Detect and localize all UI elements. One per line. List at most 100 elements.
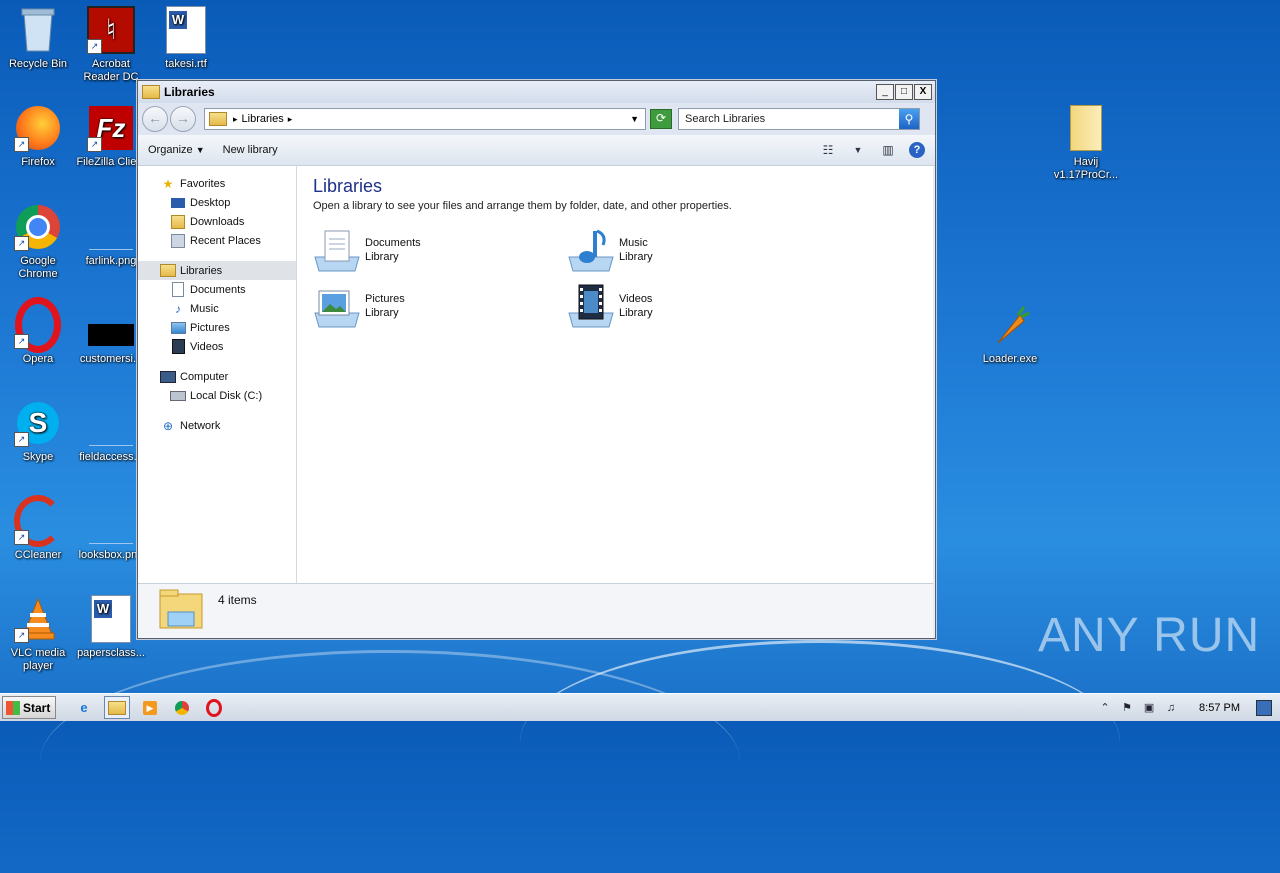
search-box[interactable]: Search Libraries ⚲ <box>678 108 920 130</box>
desktop-icon-firefox[interactable]: ↗ Firefox <box>0 104 76 169</box>
forward-button[interactable]: → <box>170 106 196 132</box>
taskbar-explorer[interactable] <box>104 696 130 719</box>
desktop-icon-ccleaner[interactable]: ↗ CCleaner <box>0 495 76 562</box>
desktop-icon-acrobat[interactable]: ♮ ↗ Acrobat Reader DC <box>73 6 149 84</box>
hard-drive-icon <box>170 389 186 403</box>
nav-label: Local Disk (C:) <box>190 389 263 402</box>
search-icon[interactable]: ⚲ <box>899 109 919 129</box>
desktop-icon-recycle-bin[interactable]: Recycle Bin <box>0 6 76 71</box>
library-name: Documents <box>365 237 421 249</box>
nav-label: Videos <box>190 340 224 353</box>
media-player-icon: ▶ <box>143 700 157 715</box>
nav-label: Documents <box>190 283 246 296</box>
status-bar: 4 items <box>138 583 933 638</box>
library-type: Library <box>619 307 653 319</box>
nav-libraries[interactable]: Libraries <box>138 261 296 280</box>
nav-recent-places[interactable]: Recent Places <box>138 231 296 250</box>
music-library-icon <box>567 227 615 273</box>
library-documents[interactable]: Documents Library <box>313 226 567 274</box>
desktop-icon-chrome[interactable]: ↗ Google Chrome <box>0 203 76 281</box>
minimize-button[interactable]: _ <box>876 84 894 100</box>
chevron-down-icon[interactable]: ▼ <box>849 142 867 158</box>
desktop-icon-skype[interactable]: S ↗ Skype <box>0 399 76 464</box>
close-button[interactable]: X <box>914 84 932 100</box>
address-bar[interactable]: ▸ Libraries ▸ ▼ <box>204 108 646 130</box>
back-button[interactable]: ← <box>142 106 168 132</box>
nav-label: Recent Places <box>190 234 261 247</box>
nav-network[interactable]: ⊕ Network <box>138 416 296 435</box>
nav-downloads[interactable]: Downloads <box>138 212 296 231</box>
library-name: Music <box>619 237 648 249</box>
breadcrumb-dropdown-icon[interactable]: ▸ <box>288 114 293 125</box>
preview-pane-icon[interactable]: ▥ <box>879 142 897 158</box>
desktop-icon-havij[interactable]: Havij v1.17ProCr... <box>1048 104 1124 182</box>
desktop-icon-loader-exe[interactable]: Loader.exe <box>972 301 1048 366</box>
anyrun-watermark: ANY RUN <box>1038 609 1261 662</box>
volume-icon[interactable]: ♫ <box>1163 702 1179 714</box>
shortcut-arrow-icon: ↗ <box>14 137 29 152</box>
nav-label: Computer <box>180 370 229 383</box>
help-icon[interactable]: ? <box>909 142 925 158</box>
action-center-flag-icon[interactable]: ⚑ <box>1119 701 1135 714</box>
nav-favorites[interactable]: ★ Favorites <box>138 174 296 193</box>
music-note-icon: ♪ <box>175 301 181 316</box>
search-input[interactable]: Search Libraries <box>679 113 899 125</box>
address-dropdown-icon[interactable]: ▼ <box>630 114 639 124</box>
show-hidden-icons-icon[interactable]: ⌃ <box>1097 701 1113 714</box>
desktop-icon-vlc[interactable]: ↗ VLC media player <box>0 595 76 673</box>
file-icon <box>87 399 135 447</box>
chrome-icon <box>175 700 189 715</box>
desktop-icon-takesi-rtf[interactable]: W takesi.rtf <box>148 6 224 71</box>
taskbar-opera[interactable] <box>202 697 226 718</box>
start-label: Start <box>23 700 51 715</box>
maximize-button[interactable]: □ <box>895 84 913 100</box>
new-library-button[interactable]: New library <box>223 144 278 156</box>
recycle-bin-icon <box>14 6 62 54</box>
shortcut-arrow-icon: ↗ <box>14 432 29 447</box>
filezilla-icon: Fz ↗ <box>87 104 135 152</box>
taskbar-media-player[interactable]: ▶ <box>138 697 162 718</box>
nav-documents[interactable]: Documents <box>138 280 296 299</box>
desktop-icon-opera[interactable]: ↗ Opera <box>0 297 76 366</box>
library-type: Library <box>365 307 399 319</box>
nav-pictures[interactable]: Pictures <box>138 318 296 337</box>
start-button[interactable]: Start <box>2 696 56 719</box>
library-type: Library <box>365 251 399 263</box>
shortcut-arrow-icon: ↗ <box>14 334 29 349</box>
internet-explorer-icon: e <box>80 700 88 715</box>
vlc-icon: ↗ <box>14 595 62 643</box>
nav-label: Desktop <box>190 196 231 209</box>
opera-icon: ↗ <box>14 297 62 353</box>
nav-videos[interactable]: Videos <box>138 337 296 356</box>
nav-computer[interactable]: Computer <box>138 367 296 386</box>
view-options-icon[interactable]: ☷ <box>819 142 837 158</box>
page-title: Libraries <box>313 176 383 196</box>
navigation-pane: ★ Favorites Desktop Downloads Recent Plac… <box>138 166 297 583</box>
document-icon <box>170 282 186 297</box>
library-music[interactable]: Music Library <box>567 226 821 274</box>
refresh-button[interactable]: ⟳ <box>650 109 672 129</box>
nav-label: Pictures <box>190 321 230 334</box>
library-pictures[interactable]: Pictures Library <box>313 282 567 330</box>
organize-label: Organize <box>148 144 193 156</box>
nav-local-disk[interactable]: Local Disk (C:) <box>138 386 296 405</box>
content-pane: Libraries Open a library to see your fil… <box>297 166 933 583</box>
taskbar-chrome[interactable] <box>170 697 194 718</box>
firefox-icon: ↗ <box>14 104 62 152</box>
nav-desktop[interactable]: Desktop <box>138 193 296 212</box>
organize-button[interactable]: Organize ▼ <box>148 144 205 156</box>
chrome-icon: ↗ <box>14 203 62 251</box>
explorer-window[interactable]: Libraries _ □ X ← → ▸ Libraries ▸ ▼ ⟳ Se… <box>137 80 936 639</box>
clock[interactable]: 8:57 PM <box>1199 702 1240 714</box>
network-icon[interactable]: ▣ <box>1141 701 1157 714</box>
taskbar-internet-explorer[interactable]: e <box>72 697 96 718</box>
nav-label: Downloads <box>190 215 245 228</box>
breadcrumb[interactable]: Libraries <box>242 113 284 125</box>
library-videos[interactable]: Videos Library <box>567 282 821 330</box>
nav-music[interactable]: ♪ Music <box>138 299 296 318</box>
folder-icon <box>1062 104 1110 152</box>
shortcut-arrow-icon: ↗ <box>87 39 102 54</box>
title-bar[interactable]: Libraries _ □ X <box>138 81 935 103</box>
breadcrumb-separator-icon: ▸ <box>233 113 238 124</box>
show-desktop-button[interactable] <box>1256 699 1272 716</box>
